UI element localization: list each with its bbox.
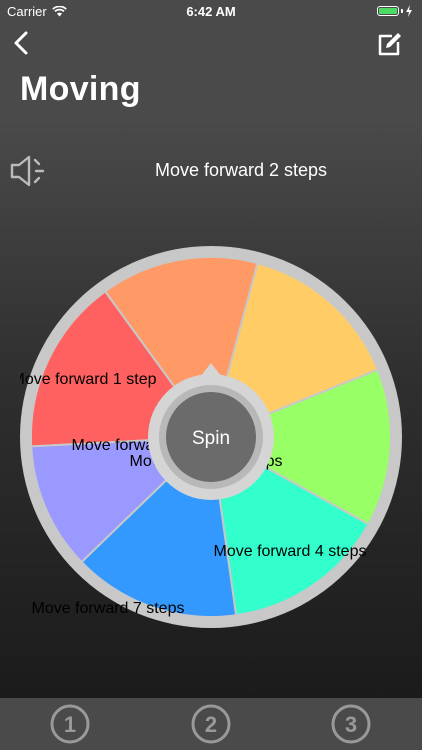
main-content: Move forward 2 steps Move forward 1 step… — [0, 118, 422, 698]
tab-1-label: 1 — [64, 712, 76, 737]
tab-bar: 1 2 3 — [0, 698, 422, 750]
tab-3-icon[interactable]: 3 — [331, 704, 371, 744]
page-title: Moving — [20, 70, 141, 108]
tab-2-icon[interactable]: 2 — [191, 704, 231, 744]
wheel-segment-label: Move forward 7 steps — [32, 600, 185, 617]
clock: 6:42 AM — [186, 4, 236, 19]
spinner-wheel[interactable]: Move forward 1 stepMove forward 2 stepsM… — [20, 246, 402, 628]
tab-1-icon[interactable]: 1 — [50, 704, 90, 744]
tab-3-label: 3 — [345, 712, 357, 737]
battery-icon — [377, 5, 413, 17]
charging-icon — [406, 5, 412, 17]
wheel-segment-label: Move forward 1 step — [20, 371, 157, 388]
status-bar: Carrier 6:42 AM — [0, 0, 422, 22]
spin-result: Move forward 2 steps — [154, 160, 328, 180]
navigation-bar: Moving — [0, 22, 422, 118]
tab-2-label: 2 — [205, 712, 217, 737]
back-chevron-icon[interactable] — [10, 30, 36, 56]
spin-button-label: Spin — [192, 428, 230, 449]
speaker-muted-icon[interactable] — [9, 152, 47, 190]
edit-icon[interactable] — [376, 30, 404, 58]
wheel-segment-label: Move forward 4 steps — [214, 543, 367, 560]
